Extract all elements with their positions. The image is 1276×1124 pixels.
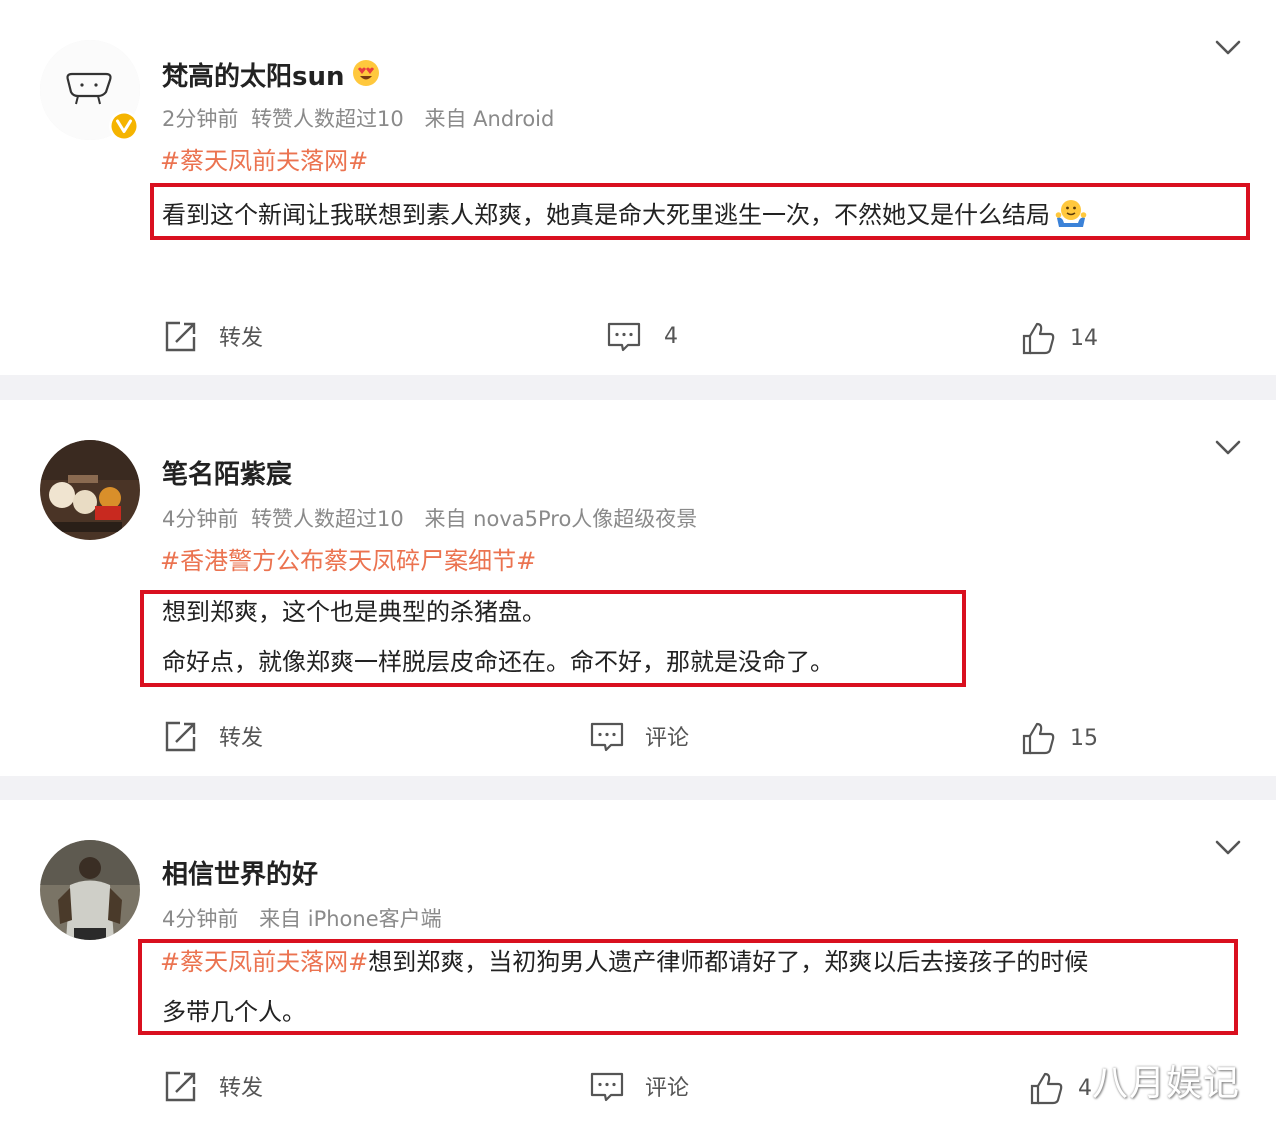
like-count: 14 — [1070, 325, 1098, 351]
content-line: 看到这个新闻让我联想到素人郑爽，她真是命大死里逃生一次，不然她又是什么结局 — [162, 201, 1050, 229]
comment-button[interactable]: 4 — [606, 316, 678, 356]
repost-icon — [163, 1068, 199, 1104]
username[interactable]: 笔名陌紫宸 — [162, 458, 292, 492]
user-avatar[interactable] — [40, 440, 140, 540]
watermark-text: 八月娱记 — [1092, 1063, 1241, 1104]
repost-button[interactable]: 转发 — [163, 316, 263, 356]
post-card-2: 笔名陌紫宸 4分钟前 转赞人数超过10 来自 nova5Pro人像超级夜景 #香… — [0, 400, 1276, 776]
thumbs-up-icon — [1020, 320, 1056, 356]
repost-label: 转发 — [219, 1076, 264, 1101]
like-button[interactable]: 14 — [1020, 318, 1098, 358]
post-meta: 4分钟前 转赞人数超过10 来自 nova5Pro人像超级夜景 — [162, 505, 697, 533]
thumbs-up-icon — [1020, 720, 1056, 756]
topic-link[interactable]: #蔡天凤前夫落网# — [160, 948, 368, 976]
repost-label: 转发 — [219, 726, 264, 751]
repost-button[interactable]: 转发 — [163, 1066, 263, 1106]
content-text: 想到郑爽，当初狗男人遗产律师都请好了，郑爽以后去接孩子的时候 — [368, 948, 1089, 976]
post-content-line-2: 多带几个人。 — [162, 998, 306, 1026]
shrug-emoji-icon — [1054, 196, 1088, 236]
username-text[interactable]: 梵高的太阳sun — [162, 62, 345, 92]
repost-icon — [163, 718, 199, 754]
username[interactable]: 相信世界的好 — [162, 858, 318, 892]
username[interactable]: 梵高的太阳sun — [162, 58, 381, 97]
post-content-line-1: #蔡天凤前夫落网#想到郑爽，当初狗男人遗产律师都请好了，郑爽以后去接孩子的时候 — [160, 946, 1088, 978]
thumbs-up-icon — [1028, 1070, 1064, 1106]
repost-note: 转赞人数超过10 — [251, 107, 404, 131]
comment-label: 评论 — [645, 726, 690, 751]
post-content: 看到这个新闻让我联想到素人郑爽，她真是命大死里逃生一次，不然她又是什么结局 — [162, 196, 1088, 236]
comment-count: 4 — [664, 323, 678, 349]
comment-icon — [589, 1068, 625, 1104]
topic-link[interactable]: #香港警方公布蔡天凤碎尸案细节# — [160, 545, 536, 577]
comment-label: 评论 — [645, 1076, 690, 1101]
like-count: 15 — [1070, 725, 1098, 751]
post-time: 2分钟前 — [162, 107, 239, 131]
user-avatar[interactable] — [40, 840, 140, 940]
like-button[interactable]: 4 — [1028, 1068, 1092, 1108]
heart-eyes-emoji-icon — [351, 58, 381, 97]
expand-menu-chevron-icon[interactable] — [1212, 832, 1244, 864]
post-content-line-2: 命好点，就像郑爽一样脱层皮命还在。命不好，那就是没命了。 — [162, 648, 834, 676]
post-content-line-1: 想到郑爽，这个也是典型的杀猪盘。 — [162, 598, 546, 626]
post-time: 4分钟前 — [162, 507, 239, 531]
comment-button[interactable]: 评论 — [589, 716, 689, 756]
verified-badge-icon — [108, 110, 140, 142]
expand-menu-chevron-icon[interactable] — [1212, 432, 1244, 464]
repost-note: 转赞人数超过10 — [251, 507, 404, 531]
comment-button[interactable]: 评论 — [589, 1066, 689, 1106]
post-card-1: 梵高的太阳sun 2分钟前 转赞人数超过10 来自 Android #蔡天凤前夫… — [0, 0, 1276, 375]
post-meta: 4分钟前 来自 iPhone客户端 — [162, 905, 442, 933]
repost-icon — [163, 318, 199, 354]
topic-link[interactable]: #蔡天凤前夫落网# — [160, 145, 368, 177]
comment-icon — [589, 718, 625, 754]
repost-button[interactable]: 转发 — [163, 716, 263, 756]
comment-icon — [606, 318, 642, 354]
expand-menu-chevron-icon[interactable] — [1212, 32, 1244, 64]
post-card-3: 相信世界的好 4分钟前 来自 iPhone客户端 #蔡天凤前夫落网#想到郑爽，当… — [0, 800, 1276, 1124]
like-count: 4 — [1078, 1075, 1092, 1101]
post-meta: 2分钟前 转赞人数超过10 来自 Android — [162, 105, 554, 133]
post-time: 4分钟前 — [162, 907, 239, 931]
repost-label: 转发 — [219, 326, 264, 351]
like-button[interactable]: 15 — [1020, 718, 1098, 758]
post-source: 来自 Android — [424, 107, 555, 131]
post-source: 来自 nova5Pro人像超级夜景 — [424, 507, 698, 531]
post-source: 来自 iPhone客户端 — [259, 907, 442, 931]
